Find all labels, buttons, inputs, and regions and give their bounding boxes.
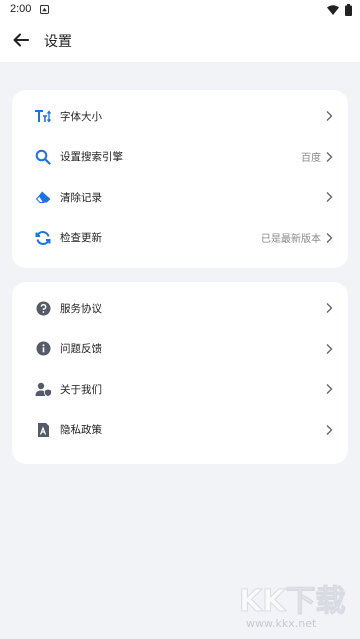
page-title: 设置 [44,34,72,50]
chevron-right-icon [326,303,333,314]
eraser-icon [34,188,52,206]
search-engine-row[interactable]: 设置搜索引擎 百度 [12,137,348,178]
chevron-right-icon [326,151,333,162]
check-update-label: 检查更新 [60,232,102,245]
privacy-policy-row[interactable]: 隐私政策 [12,410,348,451]
chevron-right-icon [326,232,333,243]
about-us-row[interactable]: 关于我们 [12,369,348,410]
service-agreement-row[interactable]: 服务协议 [12,288,348,329]
user-shield-icon [34,380,52,398]
status-bar: 2:00 [0,0,360,20]
info-circle-icon [34,340,52,358]
help-circle-icon [34,299,52,317]
svg-text:www.kkx.net: www.kkx.net [246,617,317,630]
chevron-right-icon [326,384,333,395]
search-engine-value: 百度 [301,153,321,165]
wifi-icon [327,5,339,15]
chevron-right-icon [326,111,333,122]
search-engine-label: 设置搜索引擎 [60,151,123,164]
font-size-row[interactable]: 字体大小 [12,96,348,137]
service-agreement-label: 服务协议 [60,302,102,315]
search-icon [34,148,52,166]
about-us-label: 关于我们 [60,383,102,396]
chevron-right-icon [326,343,333,354]
settings-card-about: 服务协议 问题反馈 关于我们 隐私政策 [12,282,348,464]
check-update-value: 已是最新版本 [261,234,321,246]
font-size-icon [34,107,52,125]
check-update-row[interactable]: 检查更新 已是最新版本 [12,218,348,259]
battery-icon [345,4,352,16]
chevron-right-icon [326,192,333,203]
privacy-policy-label: 隐私政策 [60,424,102,437]
clear-history-label: 清除记录 [60,191,102,204]
settings-card-general: 字体大小 设置搜索引擎 百度 清除记录 检查更新 已是最新版本 [12,90,348,268]
font-size-label: 字体大小 [60,110,102,123]
chevron-right-icon [326,424,333,435]
notification-icon [40,5,49,14]
app-bar: 设置 [0,20,360,62]
document-icon [34,421,52,439]
status-time: 2:00 [10,3,32,15]
back-arrow-icon[interactable] [10,29,32,51]
feedback-row[interactable]: 问题反馈 [12,329,348,370]
svg-text:KK下载: KK下载 [239,584,346,619]
feedback-label: 问题反馈 [60,343,102,356]
refresh-icon [34,229,52,247]
watermark-logo: KK下载 www.kkx.net [239,584,347,631]
clear-history-row[interactable]: 清除记录 [12,177,348,218]
